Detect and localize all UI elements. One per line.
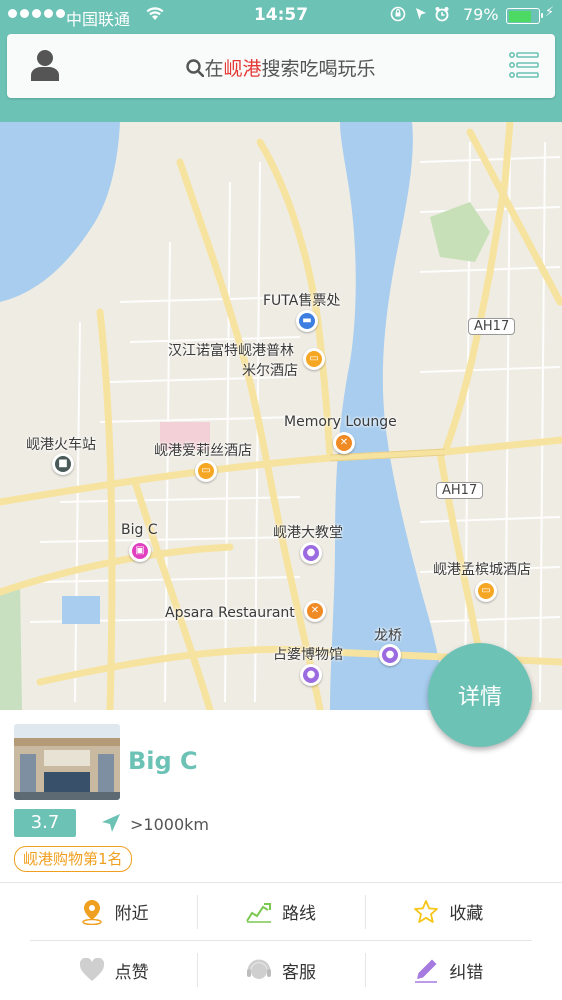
hotel-pin-icon[interactable]: ▭ xyxy=(195,460,217,482)
map-base xyxy=(0,122,562,710)
search-suffix: 搜索吃喝玩乐 xyxy=(261,58,376,80)
location-pin-icon xyxy=(79,899,105,925)
nearby-button[interactable]: 附近 xyxy=(30,883,197,940)
train-station-icon[interactable]: ■ xyxy=(52,453,74,475)
highway-shield-ah17-2: AH17 xyxy=(436,482,484,499)
battery-percent: 79% xyxy=(463,5,499,24)
correct-error-label: 纠错 xyxy=(449,962,484,983)
customer-service-label: 客服 xyxy=(281,962,316,983)
nearby-label: 附近 xyxy=(114,904,149,924)
charging-icon: ⚡ xyxy=(545,5,555,20)
map-label-alice-hotel: 岘港爱莉丝酒店 xyxy=(154,443,252,459)
status-bar: 中国联通 14:57 79% ⚡ xyxy=(0,0,562,32)
header: 中国联通 14:57 79% ⚡ 在岘港搜索吃喝玩乐 xyxy=(0,0,562,122)
star-icon xyxy=(413,899,439,925)
like-label: 点赞 xyxy=(114,962,149,983)
place-card: Big C 3.7 >1000km 岘港购物第1名 附近 路线 收藏 点赞 客服… xyxy=(0,710,562,1000)
highway-shield-ah17: AH17 xyxy=(468,318,516,335)
hotel-pin-icon[interactable]: ▭ xyxy=(475,580,497,602)
action-grid: 附近 路线 收藏 点赞 客服 纠错 xyxy=(0,882,562,1000)
restaurant-pin-icon[interactable]: ✕ xyxy=(304,600,326,622)
correct-error-button[interactable]: 纠错 xyxy=(364,941,532,999)
shopping-pin-icon[interactable]: ▣ xyxy=(129,540,151,562)
search-icon xyxy=(186,59,205,78)
customer-service-button[interactable]: 客服 xyxy=(197,941,364,999)
headset-icon xyxy=(246,957,272,983)
detail-button[interactable]: 详情 xyxy=(428,643,532,747)
distance-text: >1000km xyxy=(130,815,209,834)
map-label-dragon-bridge: 龙桥 xyxy=(374,628,402,644)
restaurant-pin-icon[interactable]: ✕ xyxy=(333,432,355,454)
pencil-icon xyxy=(413,957,439,983)
map-label-futa: FUTA售票处 xyxy=(263,293,341,309)
map-label-novotel-2: 米尔酒店 xyxy=(242,363,298,379)
heart-icon xyxy=(79,957,105,983)
favorite-label: 收藏 xyxy=(449,904,484,924)
place-thumbnail[interactable] xyxy=(14,724,120,800)
map-label-cathedral: 岘港大教堂 xyxy=(273,525,343,541)
search-city: 岘港 xyxy=(223,58,262,80)
map-label-big-c: Big C xyxy=(121,522,158,538)
map-label-mengbin-hotel: 岘港孟槟城酒店 xyxy=(433,562,531,578)
route-icon xyxy=(246,899,272,925)
search-bar[interactable]: 在岘港搜索吃喝玩乐 xyxy=(7,34,555,98)
list-menu-icon[interactable] xyxy=(508,51,539,78)
favorite-button[interactable]: 收藏 xyxy=(364,883,532,940)
map-label-novotel: 汉江诺富特岘港普林 xyxy=(168,343,294,359)
place-name: Big C xyxy=(128,747,198,775)
search-prefix: 在 xyxy=(204,58,224,80)
rating-badge: 3.7 xyxy=(14,809,76,837)
like-button[interactable]: 点赞 xyxy=(30,941,197,999)
landmark-pin-icon[interactable]: ● xyxy=(300,664,322,686)
hotel-pin-icon[interactable]: ▭ xyxy=(303,348,325,370)
route-button[interactable]: 路线 xyxy=(197,883,364,940)
map-label-cham-museum: 占婆博物馆 xyxy=(273,647,343,663)
map-label-apsara: Apsara Restaurant xyxy=(165,605,295,621)
status-icons xyxy=(390,6,460,26)
route-label: 路线 xyxy=(281,904,316,924)
search-placeholder[interactable]: 在岘港搜索吃喝玩乐 xyxy=(7,54,555,81)
map-view[interactable]: FUTA售票处 汉江诺富特岘港普林 米尔酒店 Memory Lounge 岘港火… xyxy=(0,122,562,710)
map-label-train-station: 岘港火车站 xyxy=(26,437,96,453)
navigation-arrow-icon xyxy=(101,813,121,833)
landmark-pin-icon[interactable]: ● xyxy=(300,542,322,564)
bus-station-icon[interactable]: ▬ xyxy=(296,310,318,332)
landmark-pin-icon[interactable]: ● xyxy=(379,644,401,666)
battery-icon xyxy=(506,8,543,24)
map-label-memory-lounge: Memory Lounge xyxy=(284,414,397,430)
rank-badge: 岘港购物第1名 xyxy=(14,846,132,872)
